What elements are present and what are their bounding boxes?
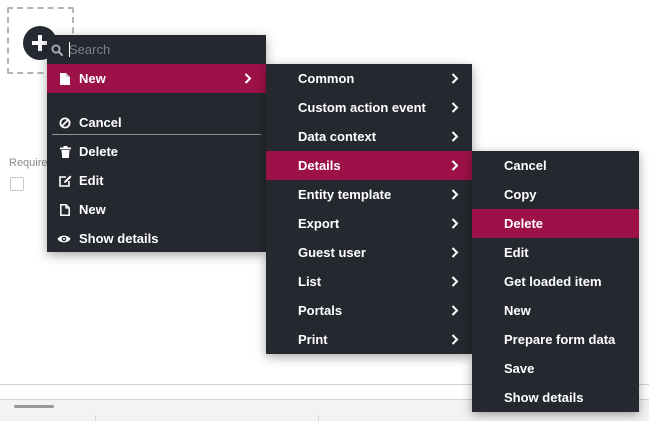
menu-item-new[interactable]: New	[47, 195, 266, 224]
menu-item-new-submenu[interactable]: New	[47, 64, 266, 93]
chevron-right-icon	[450, 238, 460, 267]
trash-icon	[58, 137, 72, 166]
menu-item-label: Show details	[79, 231, 159, 246]
menu-item-label: Cancel	[504, 158, 547, 173]
chevron-right-icon	[450, 267, 460, 296]
submenu-item-custom-action-event[interactable]: Custom action event	[266, 93, 472, 122]
eye-icon	[57, 224, 71, 253]
details-item-copy[interactable]: Copy	[472, 180, 639, 209]
menu-item-label: Common	[298, 71, 355, 86]
details-item-show-details[interactable]: Show details	[472, 383, 639, 412]
chevron-right-icon	[450, 122, 460, 151]
submenu-item-common[interactable]: Common	[266, 64, 472, 93]
menu-item-label: Data context	[298, 129, 377, 144]
menu-item-label: Edit	[504, 245, 529, 260]
file-icon	[58, 64, 72, 93]
menu-item-label: Edit	[79, 173, 104, 188]
details-item-save[interactable]: Save	[472, 354, 639, 383]
submenu-item-print[interactable]: Print	[266, 325, 472, 354]
file-outline-icon	[58, 195, 72, 224]
menu-item-label: Delete	[79, 144, 119, 159]
page-canvas: Required New Cancel	[0, 0, 649, 421]
submenu-item-portals[interactable]: Portals	[266, 296, 472, 325]
text-caret	[69, 42, 70, 57]
menu-item-label: Details	[298, 158, 341, 173]
menu-item-cancel[interactable]: Cancel	[47, 108, 266, 137]
menu-item-label: Entity template	[298, 187, 392, 202]
chevron-right-icon	[450, 64, 460, 93]
menu-search[interactable]	[47, 35, 266, 64]
menu-item-label: New	[79, 202, 106, 217]
menu-item-label: Portals	[298, 303, 343, 318]
chevron-right-icon	[243, 64, 253, 93]
submenu-item-export[interactable]: Export	[266, 209, 472, 238]
menu-item-label: Prepare form data	[504, 332, 616, 347]
details-item-edit[interactable]: Edit	[472, 238, 639, 267]
scrollbar-thumb[interactable]	[14, 405, 54, 408]
details-item-delete[interactable]: Delete	[472, 209, 639, 238]
search-input[interactable]	[69, 41, 259, 58]
menu-item-label: Copy	[504, 187, 537, 202]
edit-icon	[58, 166, 72, 195]
chevron-right-icon	[450, 296, 460, 325]
submenu-item-entity-template[interactable]: Entity template	[266, 180, 472, 209]
menu-item-show-details[interactable]: Show details	[47, 224, 266, 253]
menu-item-label: Delete	[504, 216, 544, 231]
menu-item-label: Export	[298, 216, 340, 231]
chevron-right-icon	[450, 93, 460, 122]
chevron-right-icon	[450, 209, 460, 238]
search-icon	[51, 35, 65, 64]
details-item-prepare-form-data[interactable]: Prepare form data	[472, 325, 639, 354]
menu-item-label: Guest user	[298, 245, 366, 260]
context-menu-main: New Cancel Delete Edit	[47, 35, 266, 252]
context-menu-categories: Common Custom action event Data context …	[266, 64, 472, 354]
menu-item-label: Show details	[504, 390, 584, 405]
required-label: Required	[9, 157, 47, 169]
menu-item-delete[interactable]: Delete	[47, 137, 266, 166]
submenu-item-list[interactable]: List	[266, 267, 472, 296]
details-item-cancel[interactable]: Cancel	[472, 151, 639, 180]
menu-item-label: Get loaded item	[504, 274, 602, 289]
details-item-new[interactable]: New	[472, 296, 639, 325]
menu-item-label: New	[79, 71, 106, 86]
details-item-get-loaded-item[interactable]: Get loaded item	[472, 267, 639, 296]
required-checkbox[interactable]	[10, 177, 24, 191]
menu-item-edit[interactable]: Edit	[47, 166, 266, 195]
menu-item-label: Save	[504, 361, 535, 376]
submenu-item-data-context[interactable]: Data context	[266, 122, 472, 151]
menu-item-label: List	[298, 274, 322, 289]
submenu-item-guest-user[interactable]: Guest user	[266, 238, 472, 267]
menu-item-label: Cancel	[79, 115, 122, 130]
ban-icon	[58, 108, 72, 137]
chevron-right-icon	[450, 151, 460, 180]
chevron-right-icon	[450, 180, 460, 209]
context-menu-details: Cancel Copy Delete Edit Get loaded item …	[472, 151, 639, 412]
menu-item-label: Print	[298, 332, 328, 347]
chevron-right-icon	[450, 325, 460, 354]
menu-item-label: New	[504, 303, 531, 318]
submenu-item-details[interactable]: Details	[266, 151, 472, 180]
menu-item-label: Custom action event	[298, 100, 426, 115]
